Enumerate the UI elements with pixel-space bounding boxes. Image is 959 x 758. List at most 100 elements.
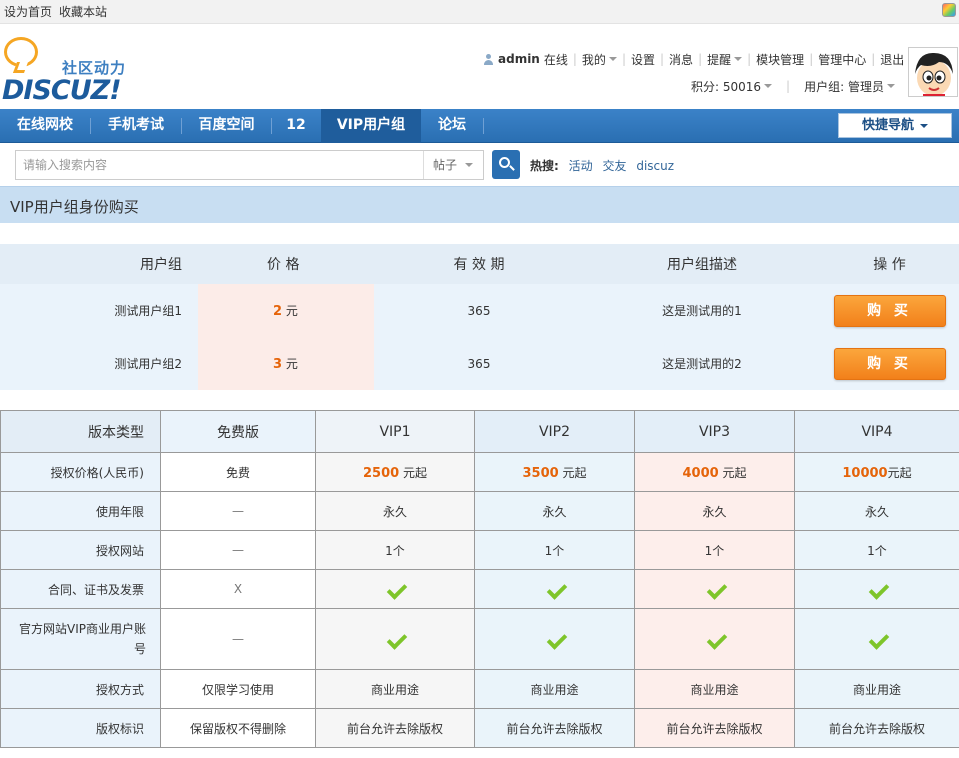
cell-text: 1个: [385, 543, 405, 558]
cell-text: 前台允许去除版权: [346, 721, 443, 736]
site-logo[interactable]: 社区动力 DISCUZ!: [2, 35, 132, 106]
price-unit: 元: [285, 304, 298, 318]
group-action: 购 买: [820, 337, 959, 390]
search-bar: 帖子 热搜: 活动 交友 discuz: [0, 143, 959, 186]
search-button[interactable]: [492, 150, 520, 179]
table-cell: 永久: [794, 491, 959, 531]
online-status: 在线: [543, 52, 568, 67]
table-cell: 保留版权不得删除: [160, 708, 316, 748]
check-icon: [386, 631, 404, 645]
table-cell: 1个: [794, 530, 959, 570]
col-header-vip1: VIP1: [315, 410, 475, 453]
cell-text: 前台允许去除版权: [828, 721, 925, 736]
logout-link[interactable]: 退出: [880, 51, 904, 68]
group-name: 测试用户组1: [0, 284, 198, 337]
cell-text: 前台允许去除版权: [666, 721, 763, 736]
table-cell: 1个: [315, 530, 475, 570]
group-name: 测试用户组2: [0, 337, 198, 390]
hot-search-word[interactable]: 活动: [569, 159, 593, 173]
table-cell: [315, 569, 475, 609]
table-row: 版权标识 保留版权不得删除 前台允许去除版权 前台允许去除版权 前台允许去除版权 前台允许…: [0, 708, 959, 748]
admin-center-link[interactable]: 管理中心: [818, 51, 866, 68]
quick-nav-button[interactable]: 快捷导航: [838, 113, 952, 138]
user-menu: admin 在线 | 我的 | 设置 | 消息 | 提醒 | 模块管理 | 管理…: [483, 51, 904, 67]
hot-search-word[interactable]: discuz: [636, 159, 674, 173]
page-title-bar: VIP用户组身份购买: [0, 186, 959, 223]
cell-text: —: [232, 632, 244, 646]
table-cell: 永久: [315, 491, 475, 531]
points-link[interactable]: 积分: 50016: [691, 78, 761, 95]
cell-text: 商业用途: [690, 682, 739, 697]
table-cell: [794, 569, 959, 609]
my-menu-link[interactable]: 我的: [582, 51, 606, 68]
module-manage-link[interactable]: 模块管理: [756, 51, 804, 68]
version-compare-table: 版本类型 免费版 VIP1 VIP2 VIP3 VIP4 授权价格(人民币) 免费…: [0, 410, 959, 748]
group-period: 365: [374, 284, 584, 337]
nav-item-mobile-exam[interactable]: 手机考试: [91, 109, 181, 143]
notifications-link[interactable]: 提醒: [707, 51, 731, 68]
table-cell: 前台允许去除版权: [315, 708, 475, 748]
nav-item-forum[interactable]: 论坛: [421, 109, 483, 143]
price-value: 3: [273, 357, 283, 372]
user-group-link[interactable]: 用户组: 管理员: [804, 78, 884, 95]
buy-button[interactable]: 购 买: [833, 294, 946, 327]
hot-search: 热搜: 活动 交友 discuz: [530, 157, 674, 174]
search-input[interactable]: [16, 151, 424, 179]
price-value: 4000: [682, 465, 719, 481]
table-cell: 2500 元起: [315, 452, 475, 492]
avatar-face-icon: [909, 48, 957, 96]
hot-search-word[interactable]: 交友: [602, 159, 626, 173]
chevron-down-icon: [465, 163, 473, 167]
table-cell: [634, 608, 795, 670]
search-type-label: 帖子: [433, 158, 458, 172]
table-row: 授权价格(人民币) 免费 2500 元起 3500 元起 4000 元起 10000元起: [0, 452, 959, 492]
table-row: 测试用户组1 2 元 365 这是测试用的1 购 买: [0, 284, 959, 337]
user-icon: [483, 53, 494, 65]
buy-button[interactable]: 购 买: [833, 347, 946, 380]
username-link[interactable]: admin: [498, 52, 540, 66]
price-unit: 元起: [399, 465, 427, 480]
chevron-down-icon: [886, 84, 895, 88]
table-cell: 前台允许去除版权: [794, 708, 959, 748]
cell-text: 永久: [382, 504, 407, 519]
col-header-period: 有 效 期: [374, 244, 584, 284]
group-purchase-table: 用户组 价 格 有 效 期 用户组描述 操 作 测试用户组1 2 元 365 这…: [0, 244, 959, 390]
table-cell: 3500 元起: [474, 452, 635, 492]
table-cell: —: [160, 608, 316, 670]
table-row: 使用年限 — 永久 永久 永久 永久: [0, 491, 959, 531]
table-cell: 1个: [634, 530, 795, 570]
col-header-desc: 用户组描述: [584, 244, 820, 284]
table-cell: 仅限学习使用: [160, 669, 316, 709]
cell-text: 商业用途: [370, 682, 419, 697]
nav-item-online-school[interactable]: 在线网校: [0, 109, 90, 143]
check-icon: [546, 631, 564, 645]
nav-item-vip-group[interactable]: VIP用户组: [321, 109, 421, 143]
price-unit: 元起: [718, 465, 747, 480]
group-desc: 这是测试用的2: [584, 337, 820, 390]
quick-nav-label: 快捷导航: [861, 118, 914, 133]
chevron-down-icon: [764, 84, 773, 88]
col-header-group: 用户组: [0, 244, 198, 284]
set-homepage-link[interactable]: 设为首页: [4, 3, 52, 20]
col-header-price: 价 格: [198, 244, 374, 284]
row-label: 使用年限: [0, 491, 161, 531]
cell-text: 商业用途: [852, 682, 901, 697]
header: 社区动力 DISCUZ! admin 在线 | 我的 | 设置 | 消息 | 提…: [0, 25, 959, 109]
search-type-select[interactable]: 帖子: [425, 151, 483, 179]
messages-link[interactable]: 消息: [669, 51, 693, 68]
nav-item-12[interactable]: 12: [272, 109, 320, 143]
price-value: 2500: [362, 465, 400, 481]
color-scheme-icon[interactable]: [942, 3, 956, 17]
bookmark-site-link[interactable]: 收藏本站: [59, 3, 107, 20]
table-cell: 商业用途: [794, 669, 959, 709]
cell-text: 永久: [542, 504, 567, 519]
table-cell: [794, 608, 959, 670]
cell-text: 仅限学习使用: [201, 682, 274, 697]
nav-item-baidu-space[interactable]: 百度空间: [182, 109, 271, 143]
check-icon: [706, 631, 724, 645]
main-nav: 在线网校 手机考试 百度空间 12 VIP用户组 论坛: [0, 109, 959, 143]
top-bar: 设为首页 收藏本站: [0, 0, 959, 24]
logo-wordmark: DISCUZ!: [2, 75, 122, 106]
settings-link[interactable]: 设置: [631, 51, 655, 68]
avatar[interactable]: [908, 47, 958, 97]
